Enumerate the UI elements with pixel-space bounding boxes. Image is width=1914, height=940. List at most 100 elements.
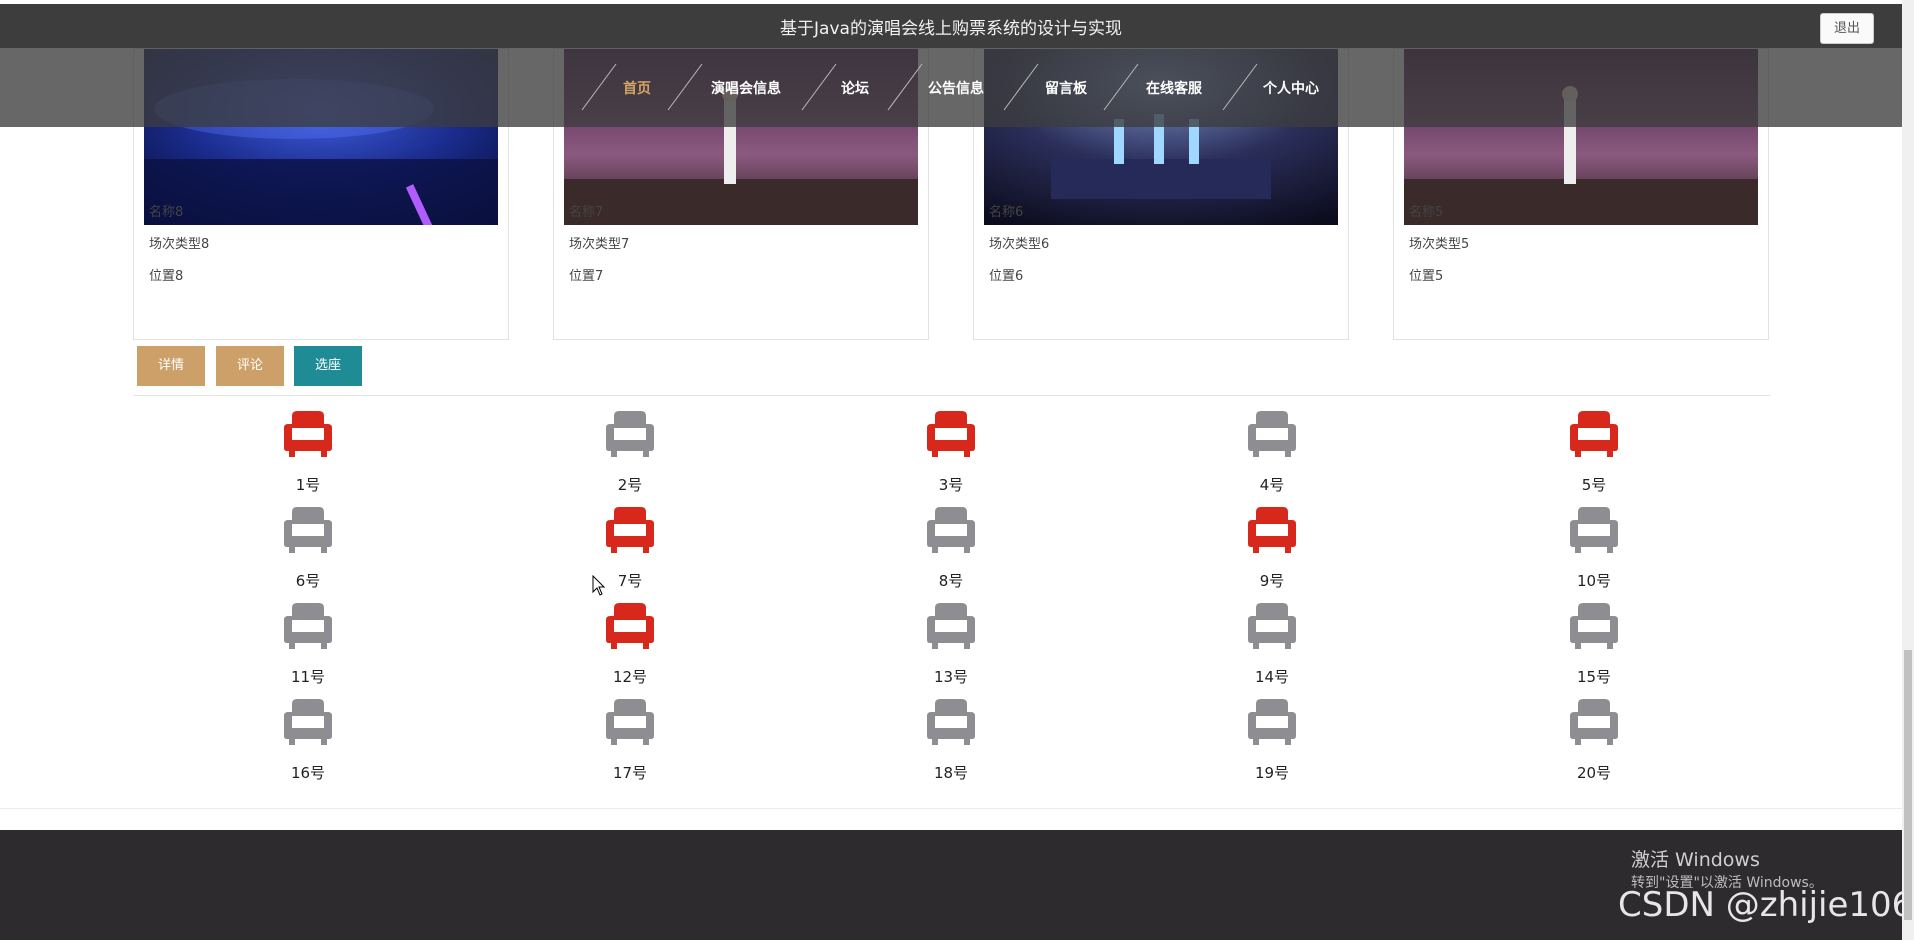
- armchair-icon: [1248, 411, 1296, 457]
- armchair-icon: [606, 411, 654, 457]
- nav-item-announcements[interactable]: 公告信息: [928, 78, 984, 98]
- seat-free[interactable]: 17号: [590, 698, 670, 782]
- page: 名称8 场次类型8 位置8 名称7 场次类型7 位置7 名称6 场次类型6 位置…: [0, 0, 1914, 940]
- seat-free[interactable]: 20号: [1554, 698, 1634, 782]
- seat-label: 4号: [1259, 476, 1285, 494]
- seat-taken[interactable]: 7号: [590, 506, 670, 590]
- nav-divider-icon: [1003, 63, 1039, 111]
- card-session-type: 场次类型7: [569, 237, 630, 252]
- armchair-icon: [1570, 411, 1618, 457]
- seat-taken[interactable]: 12号: [590, 602, 670, 686]
- seat-taken[interactable]: 5号: [1554, 410, 1634, 494]
- seat-free[interactable]: 11号: [268, 602, 348, 686]
- armchair-icon: [1570, 507, 1618, 553]
- armchair-icon: [284, 411, 332, 457]
- seat-free[interactable]: 16号: [268, 698, 348, 782]
- seat-label: 3号: [938, 476, 964, 494]
- seat-free[interactable]: 13号: [911, 602, 991, 686]
- seat-label: 8号: [938, 572, 964, 590]
- seat-label: 12号: [612, 668, 648, 686]
- armchair-icon: [606, 507, 654, 553]
- armchair-icon: [1570, 699, 1618, 745]
- seat-free[interactable]: 8号: [911, 506, 991, 590]
- seat-label: 14号: [1254, 668, 1290, 686]
- seat-free[interactable]: 10号: [1554, 506, 1634, 590]
- card-name: 名称6: [989, 205, 1024, 220]
- activate-windows-title: 激活 Windows: [1631, 849, 1760, 871]
- mouse-cursor-icon: [592, 575, 606, 596]
- armchair-icon: [606, 603, 654, 649]
- card-session-type: 场次类型8: [149, 237, 210, 252]
- nav-divider-icon: [1103, 63, 1139, 111]
- seat-label: 17号: [612, 764, 648, 782]
- nav-item-forum[interactable]: 论坛: [841, 78, 869, 98]
- scrollbar-thumb[interactable]: [1904, 650, 1912, 920]
- armchair-icon: [284, 507, 332, 553]
- seat-label: 15号: [1576, 668, 1612, 686]
- armchair-icon: [927, 507, 975, 553]
- seat-label: 10号: [1576, 572, 1612, 590]
- csdn-watermark: CSDN @zhijie106: [1618, 885, 1914, 925]
- seat-label: 18号: [933, 764, 969, 782]
- seat-label: 2号: [617, 476, 643, 494]
- armchair-icon: [1570, 603, 1618, 649]
- armchair-icon: [927, 411, 975, 457]
- seat-free[interactable]: 2号: [590, 410, 670, 494]
- footer: [0, 830, 1902, 940]
- card-session-type: 场次类型5: [1409, 237, 1470, 252]
- select-seat-button[interactable]: 选座: [294, 346, 362, 386]
- nav-divider-icon: [667, 63, 703, 111]
- nav-item-support[interactable]: 在线客服: [1146, 78, 1202, 98]
- seat-taken[interactable]: 9号: [1232, 506, 1312, 590]
- seat-label: 19号: [1254, 764, 1290, 782]
- card-location: 位置7: [569, 269, 604, 284]
- armchair-icon: [1248, 699, 1296, 745]
- seat-label: 5号: [1581, 476, 1607, 494]
- armchair-icon: [284, 603, 332, 649]
- title-bar: 基于Java的演唱会线上购票系统的设计与实现 退出: [0, 4, 1902, 48]
- divider: [0, 808, 1902, 809]
- page-title: 基于Java的演唱会线上购票系统的设计与实现: [780, 19, 1122, 39]
- seat-taken[interactable]: 1号: [268, 410, 348, 494]
- armchair-icon: [606, 699, 654, 745]
- seat-label: 11号: [290, 668, 326, 686]
- armchair-icon: [1248, 507, 1296, 553]
- nav-divider-icon: [1222, 63, 1258, 111]
- armchair-icon: [927, 699, 975, 745]
- seat-label: 13号: [933, 668, 969, 686]
- nav-item-profile[interactable]: 个人中心: [1263, 78, 1319, 98]
- card-name: 名称8: [149, 205, 184, 220]
- armchair-icon: [927, 603, 975, 649]
- seat-free[interactable]: 19号: [1232, 698, 1312, 782]
- comment-button[interactable]: 评论: [216, 346, 284, 386]
- scrollbar[interactable]: [1902, 0, 1914, 940]
- seat-free[interactable]: 14号: [1232, 602, 1312, 686]
- nav-divider-icon: [887, 63, 923, 111]
- seat-label: 20号: [1576, 764, 1612, 782]
- seat-label: 9号: [1259, 572, 1285, 590]
- armchair-icon: [1248, 603, 1296, 649]
- seat-free[interactable]: 4号: [1232, 410, 1312, 494]
- card-location: 位置5: [1409, 269, 1444, 284]
- detail-button[interactable]: 详情: [137, 346, 205, 386]
- card-name: 名称5: [1409, 205, 1444, 220]
- armchair-icon: [284, 699, 332, 745]
- seat-free[interactable]: 15号: [1554, 602, 1634, 686]
- divider: [134, 395, 1770, 396]
- seat-label: 16号: [290, 764, 326, 782]
- logout-button[interactable]: 退出: [1820, 13, 1874, 44]
- seat-label: 1号: [295, 476, 321, 494]
- card-name: 名称7: [569, 205, 604, 220]
- seat-taken[interactable]: 3号: [911, 410, 991, 494]
- nav-item-home[interactable]: 首页: [623, 78, 651, 98]
- card-location: 位置6: [989, 269, 1024, 284]
- seat-free[interactable]: 6号: [268, 506, 348, 590]
- card-location: 位置8: [149, 269, 184, 284]
- card-session-type: 场次类型6: [989, 237, 1050, 252]
- nav-item-messages[interactable]: 留言板: [1045, 78, 1087, 98]
- nav-divider-icon: [801, 63, 837, 111]
- seat-label: 6号: [295, 572, 321, 590]
- nav-item-concerts[interactable]: 演唱会信息: [711, 78, 781, 98]
- seat-free[interactable]: 18号: [911, 698, 991, 782]
- main-nav: 首页 演唱会信息 论坛 公告信息 留言板 在线客服 个人中心: [0, 48, 1902, 127]
